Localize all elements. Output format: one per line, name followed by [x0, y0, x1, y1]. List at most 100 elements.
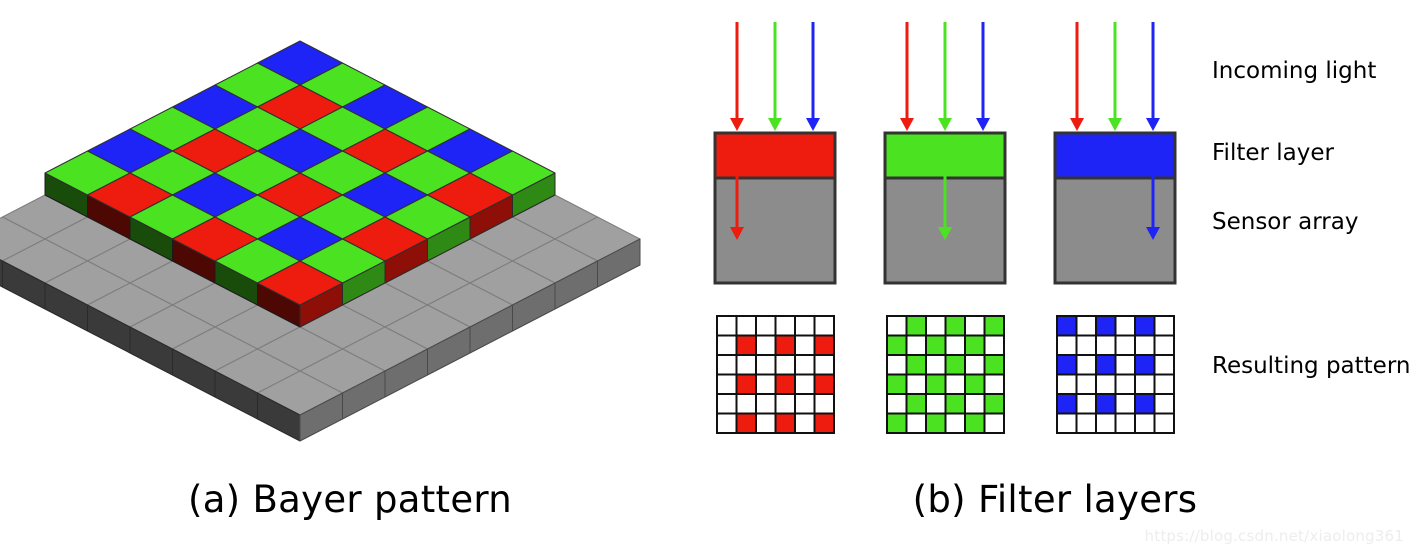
pattern-cell — [1134, 354, 1156, 376]
watermark-text: https://blog.csdn.net/xiaolong361 — [1144, 527, 1404, 545]
pattern-cell — [774, 412, 796, 434]
pattern-cell — [944, 315, 966, 337]
pattern-cell — [1134, 334, 1156, 356]
diagram-labels: Incoming light Filter layer Sensor array Re… — [1212, 58, 1410, 379]
pattern-cell — [964, 373, 986, 395]
pattern-cell — [983, 393, 1005, 415]
pattern-cell — [1075, 412, 1097, 434]
pattern-cell — [716, 412, 738, 434]
pattern-cell — [1134, 315, 1156, 337]
pattern-cell — [1056, 354, 1078, 376]
filter-layers-illustration: Incoming light Filter layer Sensor array Re… — [713, 22, 1410, 434]
pattern-cell — [716, 393, 738, 415]
pattern-cell — [794, 373, 816, 395]
pattern-cell — [944, 412, 966, 434]
pattern-cell — [1153, 354, 1175, 376]
filter-layer-block-blue — [1053, 131, 1177, 180]
pattern-cell — [886, 315, 908, 337]
pattern-cell — [755, 412, 777, 434]
pattern-cell — [886, 373, 908, 395]
pattern-cell — [905, 315, 927, 337]
pattern-cell — [1075, 373, 1097, 395]
pattern-cell — [905, 373, 927, 395]
pattern-cell — [944, 354, 966, 376]
pattern-cell — [813, 373, 835, 395]
pattern-cell — [1114, 354, 1136, 376]
pattern-cell — [755, 315, 777, 337]
pattern-cell — [813, 412, 835, 434]
pattern-cell — [735, 393, 757, 415]
incoming-arrow-green — [768, 22, 782, 131]
pattern-cell — [1056, 334, 1078, 356]
pattern-cell — [983, 315, 1005, 337]
label-filter-layer: Filter layer — [1212, 140, 1335, 166]
pattern-cell — [774, 334, 796, 356]
pattern-cell — [925, 393, 947, 415]
pattern-cell — [735, 412, 757, 434]
pattern-cell — [1153, 315, 1175, 337]
pattern-cell — [716, 334, 738, 356]
pattern-cell — [774, 393, 796, 415]
pattern-cell — [964, 334, 986, 356]
filter-sensor-blocks — [713, 131, 1177, 285]
pattern-cell — [1153, 412, 1175, 434]
label-resulting-pattern: Resulting pattern — [1212, 353, 1410, 379]
pattern-cell — [735, 334, 757, 356]
pattern-cell — [944, 334, 966, 356]
pattern-cell — [905, 334, 927, 356]
pattern-cell — [1114, 373, 1136, 395]
pattern-cell — [964, 393, 986, 415]
pattern-cell — [1075, 315, 1097, 337]
figure-root: (a) Bayer pattern Incoming light Filter l… — [0, 0, 1410, 553]
pattern-cell — [1075, 393, 1097, 415]
pattern-cell — [886, 334, 908, 356]
pattern-cell — [735, 373, 757, 395]
pattern-cell — [964, 412, 986, 434]
pattern-cell — [1095, 334, 1117, 356]
pattern-cell — [1095, 393, 1117, 415]
incoming-arrow-green — [938, 22, 952, 131]
pattern-cell — [774, 354, 796, 376]
bayer-pattern-illustration — [0, 40, 641, 442]
pattern-cell — [735, 315, 757, 337]
pattern-cell — [716, 315, 738, 337]
pattern-cell — [1134, 373, 1156, 395]
pattern-cell — [1095, 315, 1117, 337]
pattern-cell — [813, 315, 835, 337]
pattern-cell — [905, 412, 927, 434]
pattern-cell — [1056, 393, 1078, 415]
pattern-cell — [925, 334, 947, 356]
pattern-cell — [1134, 412, 1156, 434]
pattern-cell — [1075, 334, 1097, 356]
pattern-cell — [794, 412, 816, 434]
pattern-cell — [886, 393, 908, 415]
pattern-cell — [925, 354, 947, 376]
pattern-cell — [1095, 373, 1117, 395]
pattern-cell — [774, 315, 796, 337]
pattern-cell — [886, 354, 908, 376]
pattern-cell — [983, 373, 1005, 395]
resulting-pattern-grids — [716, 315, 1175, 434]
pattern-cell — [1153, 393, 1175, 415]
pattern-cell — [755, 354, 777, 376]
label-sensor-array: Sensor array — [1212, 209, 1358, 235]
pattern-cell — [905, 393, 927, 415]
pattern-cell — [964, 354, 986, 376]
incoming-arrow-green — [1108, 22, 1122, 131]
caption-bayer-pattern: (a) Bayer pattern — [187, 478, 513, 521]
pattern-cell — [944, 373, 966, 395]
pattern-cell — [1075, 354, 1097, 376]
incoming-arrow-red — [900, 22, 914, 131]
pattern-cell — [794, 393, 816, 415]
pattern-cell — [983, 334, 1005, 356]
pattern-cell — [1134, 393, 1156, 415]
pattern-cell — [813, 334, 835, 356]
label-incoming-light: Incoming light — [1212, 58, 1376, 84]
pattern-grid-red — [716, 315, 835, 434]
pattern-cell — [735, 354, 757, 376]
incoming-arrow-blue — [976, 22, 990, 131]
pattern-cell — [983, 412, 1005, 434]
pattern-cell — [1056, 373, 1078, 395]
pattern-cell — [716, 373, 738, 395]
pattern-cell — [1095, 354, 1117, 376]
